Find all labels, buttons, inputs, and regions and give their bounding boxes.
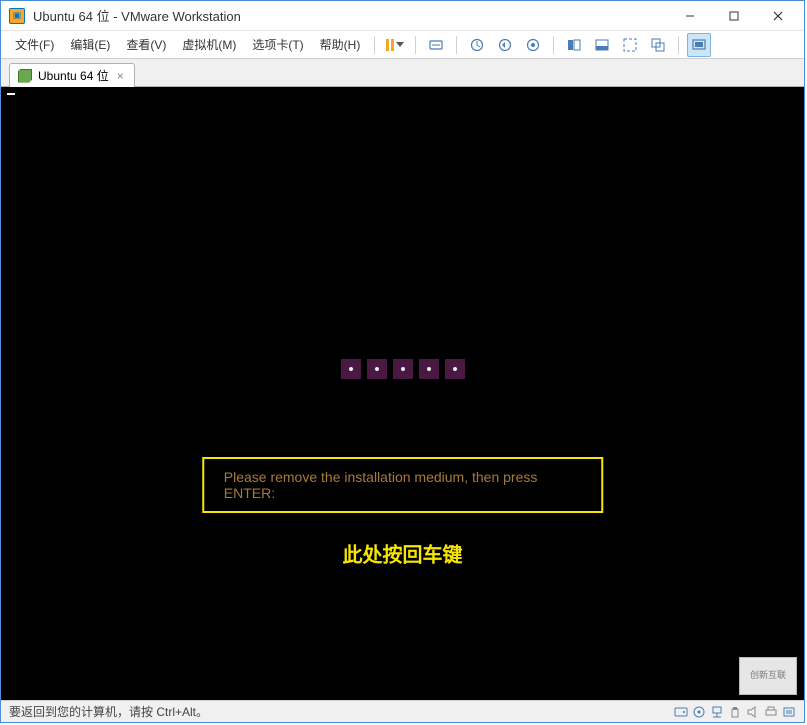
- vm-tab-icon: [18, 69, 32, 83]
- close-button[interactable]: [756, 1, 800, 31]
- unity-icon: [651, 38, 665, 52]
- separator: [456, 36, 457, 54]
- titlebar: ▣ Ubuntu 64 位 - VMware Workstation: [1, 1, 804, 31]
- separator: [553, 36, 554, 54]
- boot-dot: [419, 359, 439, 379]
- unity-button[interactable]: [646, 33, 670, 57]
- vm-console[interactable]: Please remove the installation medium, t…: [1, 87, 804, 700]
- separator: [374, 36, 375, 54]
- thumbnail-icon: [595, 38, 609, 52]
- app-window: ▣ Ubuntu 64 位 - VMware Workstation 文件(F)…: [0, 0, 805, 723]
- device-usb-icon[interactable]: [728, 705, 742, 719]
- boot-dot: [393, 359, 413, 379]
- send-ctrlaltdel-button[interactable]: [424, 33, 448, 57]
- thumbnail-button[interactable]: [590, 33, 614, 57]
- console-view-button[interactable]: [687, 33, 711, 57]
- menubar: 文件(F) 编辑(E) 查看(V) 虚拟机(M) 选项卡(T) 帮助(H): [1, 31, 804, 59]
- menu-help[interactable]: 帮助(H): [312, 32, 369, 57]
- quickswitch-button[interactable]: [562, 33, 586, 57]
- menu-edit[interactable]: 编辑(E): [62, 32, 118, 57]
- device-cd-icon[interactable]: [692, 705, 706, 719]
- device-printer-icon[interactable]: [764, 705, 778, 719]
- menu-view[interactable]: 查看(V): [118, 32, 174, 57]
- separator: [415, 36, 416, 54]
- device-sound-icon[interactable]: [746, 705, 760, 719]
- window-controls: [668, 1, 800, 31]
- send-keys-icon: [429, 38, 443, 52]
- vm-tab-label: Ubuntu 64 位: [38, 67, 109, 84]
- boot-progress-dots: [341, 359, 465, 379]
- tabstrip: Ubuntu 64 位 ×: [1, 59, 804, 87]
- message-log-icon[interactable]: [782, 705, 796, 719]
- snapshot-manager-button[interactable]: [521, 33, 545, 57]
- console-icon: [692, 38, 706, 52]
- snapshot-revert-icon: [498, 38, 512, 52]
- pause-icon: [386, 39, 394, 51]
- annotation-text: 此处按回车键: [343, 538, 463, 567]
- snapshot-icon: [470, 38, 484, 52]
- device-disk-icon[interactable]: [674, 705, 688, 719]
- fullscreen-icon: [623, 38, 637, 52]
- tab-close-button[interactable]: ×: [115, 69, 126, 83]
- status-hint: 要返回到您的计算机，请按 Ctrl+Alt。: [9, 703, 208, 720]
- app-icon: ▣: [9, 8, 25, 24]
- menu-vm[interactable]: 虚拟机(M): [174, 32, 244, 57]
- window-title: Ubuntu 64 位 - VMware Workstation: [33, 6, 668, 25]
- install-message: Please remove the installation medium, t…: [224, 469, 582, 501]
- vm-tab[interactable]: Ubuntu 64 位 ×: [9, 63, 135, 87]
- chevron-down-icon: [396, 42, 404, 47]
- minimize-button[interactable]: [668, 1, 712, 31]
- boot-dot: [341, 359, 361, 379]
- boot-dot: [445, 359, 465, 379]
- separator: [678, 36, 679, 54]
- statusbar: 要返回到您的计算机，请按 Ctrl+Alt。: [1, 700, 804, 722]
- watermark-label: 创新互联: [750, 671, 786, 681]
- menu-tabs[interactable]: 选项卡(T): [244, 32, 311, 57]
- watermark: 创新互联: [739, 657, 797, 695]
- snapshot-revert-button[interactable]: [493, 33, 517, 57]
- pause-button[interactable]: [383, 33, 407, 57]
- snapshot-manager-icon: [526, 38, 540, 52]
- install-message-box: Please remove the installation medium, t…: [202, 457, 604, 513]
- device-network-icon[interactable]: [710, 705, 724, 719]
- boot-dot: [367, 359, 387, 379]
- maximize-button[interactable]: [712, 1, 756, 31]
- menu-file[interactable]: 文件(F): [7, 32, 62, 57]
- snapshot-take-button[interactable]: [465, 33, 489, 57]
- fullscreen-button[interactable]: [618, 33, 642, 57]
- text-cursor: [7, 93, 15, 95]
- panel-icon: [567, 38, 581, 52]
